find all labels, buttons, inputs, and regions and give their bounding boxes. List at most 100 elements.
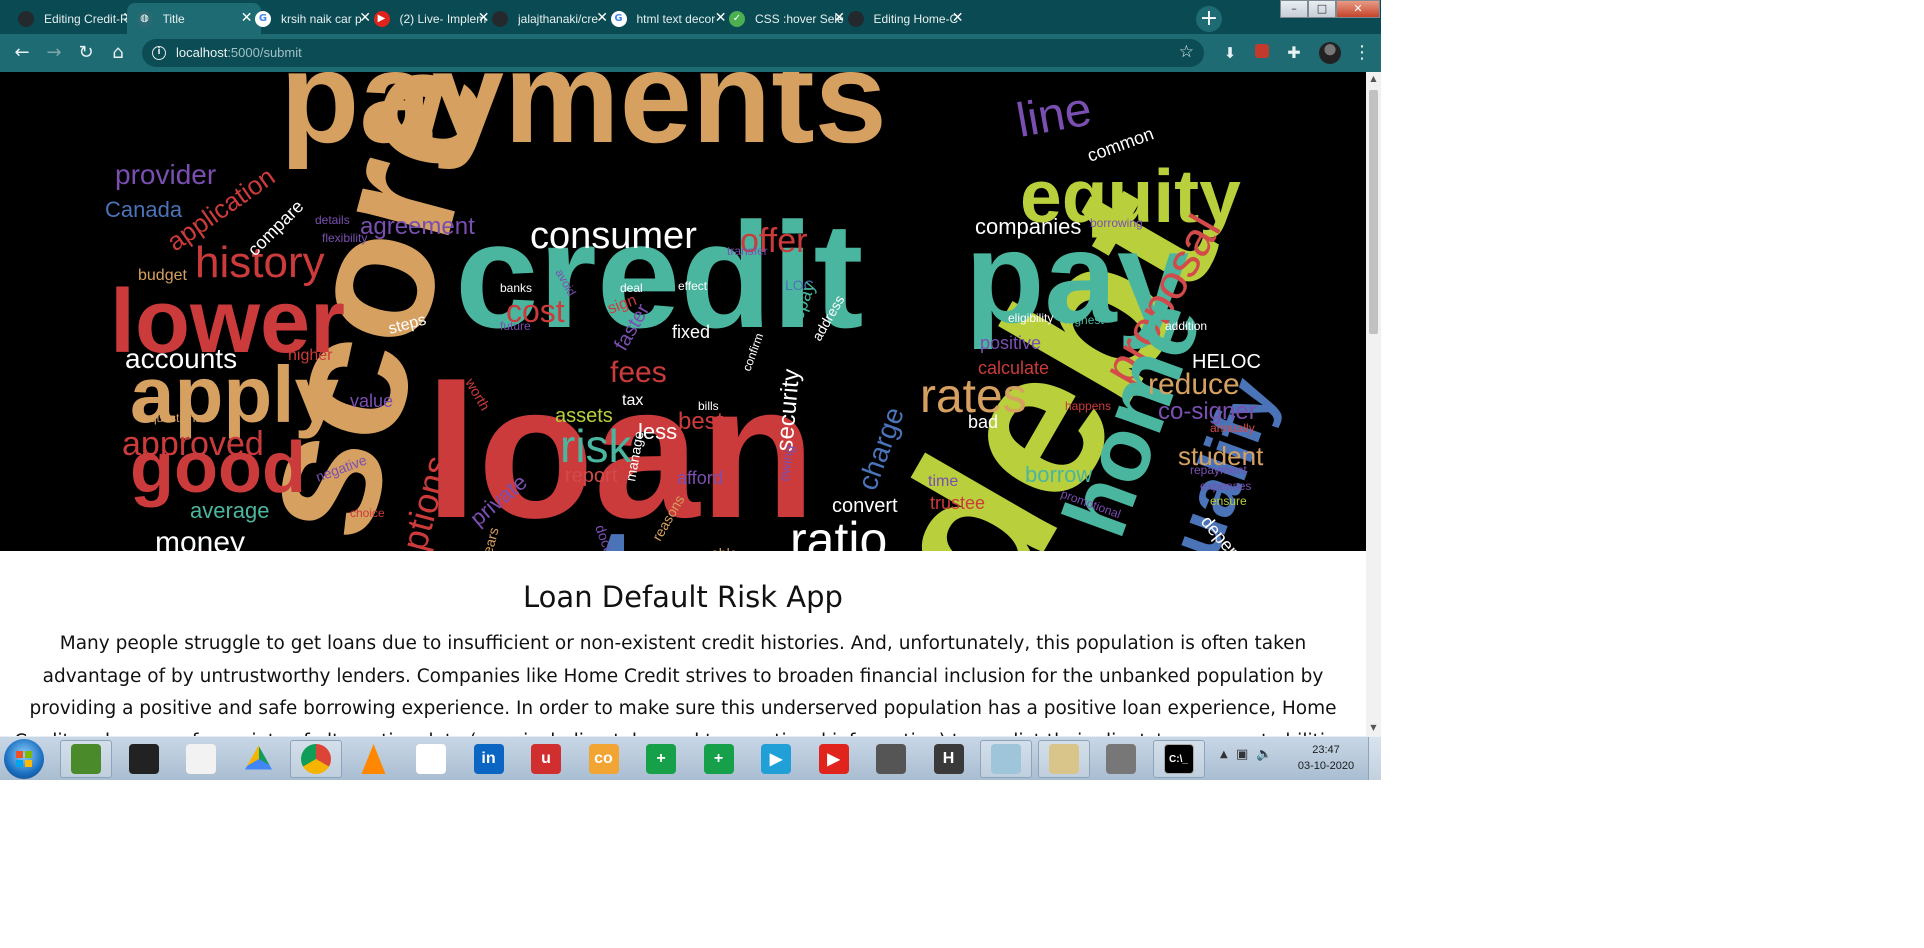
browser-tab[interactable]: Ghtml text decor ✕: [601, 3, 735, 34]
google-icon: G: [610, 10, 627, 27]
tab-title: jalajthanaki/cre: [518, 11, 599, 26]
task-notes-app[interactable]: [980, 740, 1032, 778]
google-icon: G: [255, 10, 271, 27]
wordcloud-word: calculate: [978, 358, 1049, 378]
task-google-drive[interactable]: [233, 740, 285, 778]
bookmark-star-icon[interactable]: ☆: [1179, 42, 1194, 62]
tab-close-icon[interactable]: ✕: [952, 11, 964, 25]
task-vlc[interactable]: [348, 740, 400, 778]
browser-tab[interactable]: ◍ Title ✕: [126, 3, 261, 34]
task-paint[interactable]: [1037, 740, 1090, 778]
page-viewport: paymentscreditloandebtscoreratepayequity…: [0, 72, 1381, 736]
restore-button[interactable]: □: [1308, 0, 1336, 18]
url-path: :5000/submit: [227, 45, 302, 60]
tab-title: krsih naik car p: [281, 11, 362, 26]
scroll-up-arrow-icon[interactable]: ▲: [1369, 74, 1378, 83]
browser-tab[interactable]: Gkrsih naik car p ✕: [245, 3, 379, 34]
task-youtube[interactable]: ▶: [808, 740, 860, 778]
task-app-tracker[interactable]: [60, 740, 112, 778]
wordcloud-word: value: [350, 391, 393, 411]
extensions-puzzle-icon[interactable]: ✚: [1282, 41, 1306, 65]
wordcloud-word: repayment: [1190, 463, 1247, 477]
tray-expand-icon[interactable]: ▲: [1220, 749, 1228, 760]
task-h-app[interactable]: H: [923, 740, 975, 778]
task-sheets-plus-1-icon: +: [646, 744, 676, 774]
task-person-app[interactable]: [865, 740, 917, 778]
browser-tab[interactable]: Editing Home-C ✕: [838, 3, 972, 34]
w3schools-icon: ✓: [729, 10, 745, 27]
task-dvd-player[interactable]: [1095, 740, 1147, 778]
wordcloud-word: questions: [150, 411, 201, 425]
wordcloud-word: highest: [1065, 313, 1104, 327]
wordcloud-image: paymentscreditloandebtscoreratepayequity…: [105, 72, 1291, 551]
url-text[interactable]: localhost:5000/submit: [176, 45, 302, 60]
wordcloud-word: companies: [975, 214, 1081, 239]
forward-icon[interactable]: →: [42, 41, 66, 65]
download-icon[interactable]: ⬇: [1218, 41, 1242, 65]
profile-avatar[interactable]: [1319, 42, 1341, 64]
task-app-tracker-icon: [71, 744, 101, 774]
browser-tab[interactable]: jalajthanaki/cre ✕: [482, 3, 616, 34]
task-linkedin-icon: in: [473, 744, 504, 774]
page-description: Many people struggle to get loans due to…: [14, 633, 1352, 736]
youtube-icon: ▶: [373, 10, 390, 27]
volume-icon[interactable]: 🔈: [1256, 747, 1272, 762]
start-button[interactable]: [4, 739, 44, 779]
extension-red-icon[interactable]: [1250, 41, 1274, 65]
task-coursera[interactable]: co: [578, 740, 630, 778]
network-icon[interactable]: ▣: [1236, 747, 1248, 762]
task-command-prompt-icon: C:\_: [1163, 744, 1194, 774]
task-sheets-plus-1[interactable]: +: [635, 740, 687, 778]
taskbar-clock[interactable]: 23:47 03-10-2020: [1290, 742, 1362, 774]
task-person-app-icon: [876, 744, 906, 774]
scroll-down-arrow-icon[interactable]: ▼: [1369, 723, 1378, 732]
task-chrome-icon: [301, 744, 331, 774]
url-host: localhost: [176, 45, 228, 60]
wordcloud-word: fees: [610, 356, 667, 389]
task-inkscape-tool[interactable]: [405, 740, 457, 778]
wordcloud-word: budget: [138, 267, 187, 284]
task-sheets-plus-2-icon: +: [703, 744, 734, 774]
system-tray: ▲ ▣ 🔈: [1210, 747, 1280, 771]
task-linkedin[interactable]: in: [463, 740, 515, 778]
wordcloud-word: transfer: [727, 244, 768, 258]
task-command-prompt[interactable]: C:\_: [1152, 740, 1205, 778]
browser-toolbar: ← → ↻ ⌂ i localhost:5000/submit ☆ ⬇ ✚ ⋮: [0, 34, 1381, 72]
home-icon[interactable]: ⌂: [106, 41, 130, 65]
wordcloud-word: eligibility: [1008, 311, 1053, 325]
browser-tab[interactable]: Editing Credit-R✕: [8, 3, 142, 34]
task-vlc-icon: [361, 744, 386, 774]
clock-date: 03-10-2020: [1297, 760, 1355, 772]
task-blank-document-icon: [186, 744, 216, 774]
wordcloud-word: convert: [832, 495, 898, 517]
new-tab-button[interactable]: +: [1196, 6, 1222, 32]
wordcloud-word: Canada: [105, 197, 183, 222]
github-icon: [18, 10, 34, 27]
task-google-play[interactable]: ▶: [750, 740, 802, 778]
tab-title: (2) Live- Implem: [399, 11, 487, 26]
wordcloud-word: time: [928, 473, 958, 490]
task-github-desktop[interactable]: [118, 740, 170, 778]
task-udemy[interactable]: u: [520, 740, 572, 778]
address-bar[interactable]: i localhost:5000/submit ☆: [142, 39, 1204, 67]
minimize-button[interactable]: –: [1280, 0, 1308, 18]
menu-kebab-icon[interactable]: ⋮: [1350, 41, 1374, 65]
reload-icon[interactable]: ↻: [74, 41, 98, 65]
task-blank-document[interactable]: [175, 740, 227, 778]
close-window-button[interactable]: ✕: [1336, 0, 1380, 18]
task-sheets-plus-2[interactable]: +: [693, 740, 745, 778]
tab-title: Title: [162, 11, 185, 26]
wordcloud-word: future: [500, 319, 531, 333]
scrollbar-thumb[interactable]: [1369, 90, 1378, 334]
wordcloud-word: positive: [980, 333, 1041, 353]
wordcloud-word: potential: [160, 548, 205, 551]
back-icon[interactable]: ←: [10, 41, 34, 65]
show-desktop-button[interactable]: [1368, 737, 1381, 780]
task-chrome[interactable]: [290, 740, 342, 778]
wordcloud-word: assets: [555, 405, 613, 427]
task-h-app-icon: H: [933, 744, 964, 774]
browser-tab[interactable]: ▶ (2) Live- Implem ✕: [364, 3, 498, 34]
tab-title: Editing Credit-R: [44, 11, 129, 26]
site-info-icon[interactable]: i: [152, 46, 166, 60]
browser-tab[interactable]: ✓ CSS :hover Sele ✕: [719, 3, 853, 34]
